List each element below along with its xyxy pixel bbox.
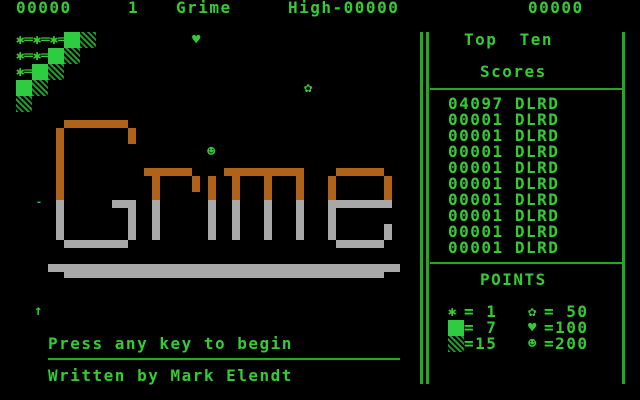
flower-icon: ✿ [304, 80, 313, 96]
panel-border-right [622, 32, 625, 384]
logo-e-tail [384, 224, 392, 240]
logo-m-leg3-lower [296, 200, 304, 240]
logo-underline-top [48, 264, 400, 272]
top-ten-heading: Top Ten [464, 30, 554, 49]
logo-m-leg1-lower [232, 200, 240, 240]
logo-e-left-lower [328, 208, 336, 240]
grime-bug-icon: ✱ [448, 304, 457, 320]
score-value: 00001 [448, 238, 504, 257]
dithered-block [16, 96, 32, 112]
logo-r-stem-lower [152, 200, 160, 240]
solid-block [16, 80, 32, 96]
face-icon: ☻ [207, 144, 216, 160]
logo-i-upper [208, 176, 216, 200]
logo-e-bar [328, 200, 392, 208]
points-value: =200 [544, 334, 589, 353]
level-number: 1 [128, 0, 140, 17]
dot-marker: - [36, 197, 43, 208]
logo-m-top [224, 168, 304, 176]
flower-icon: ✿ [528, 304, 537, 320]
logo-underline-bottom [64, 272, 384, 278]
player2-score: 00000 [528, 0, 584, 17]
logo-e-top [336, 168, 384, 176]
heart-icon: ♥ [528, 320, 537, 336]
status-bar: 00000 1 Grime High-00000 00000 [0, 0, 640, 16]
logo-g-left-upper [56, 128, 64, 200]
panel-divider-top [430, 88, 622, 90]
logo-m-leg2-lower [264, 200, 272, 240]
player-score: 00000 [16, 0, 72, 17]
logo-g-bottom [64, 240, 128, 248]
grime-bug-icon: ✱═✱═✱═ [16, 32, 67, 48]
logo-g-hook [128, 128, 136, 144]
solid-block [32, 64, 48, 80]
logo-m-leg3-upper [296, 176, 304, 200]
player-arrow-icon: ↑ [34, 303, 43, 319]
author-credit: Written by Mark Elendt [48, 366, 293, 385]
solid-block [48, 48, 64, 64]
logo-g-top [64, 120, 128, 128]
dithered-block [48, 64, 64, 80]
dithered-block [80, 32, 96, 48]
heart-icon: ♥ [192, 32, 201, 48]
logo-g-left-lower [56, 200, 64, 240]
dithered-block [64, 48, 80, 64]
solid-block-icon [448, 320, 464, 336]
logo-m-leg2-upper [264, 176, 272, 200]
points-heading: POINTS [480, 270, 547, 289]
solid-block [64, 32, 80, 48]
panel-border-left [426, 32, 429, 384]
logo-e-right-upper [384, 176, 392, 200]
scores-heading: Scores [480, 62, 547, 81]
score-initials: DLRD [514, 238, 560, 257]
dithered-block-icon [448, 336, 464, 352]
logo-e-left-upper [328, 176, 336, 200]
playfield-border-right [420, 32, 423, 384]
press-key-prompt: Press any key to begin [48, 334, 293, 353]
points-value: =15 [464, 334, 498, 353]
logo-r-top [144, 168, 192, 176]
face-icon: ☻ [528, 336, 537, 352]
logo-m-leg1-upper [232, 176, 240, 200]
logo-g-bar [112, 200, 136, 208]
grime-bug-icon: ✱═ [16, 64, 33, 80]
logo-i-lower [208, 200, 216, 240]
message-divider [48, 358, 400, 360]
game-title: Grime [176, 0, 232, 17]
logo-r-arm [192, 176, 200, 192]
dithered-block [32, 80, 48, 96]
logo-e-bottom [336, 240, 384, 248]
high-score: High-00000 [288, 0, 400, 17]
panel-divider-middle [430, 262, 622, 264]
score-entry: 00001 DLRD [448, 240, 559, 256]
grime-bug-icon: ✱═✱═ [16, 48, 50, 64]
logo-r-stem-upper [152, 176, 160, 200]
